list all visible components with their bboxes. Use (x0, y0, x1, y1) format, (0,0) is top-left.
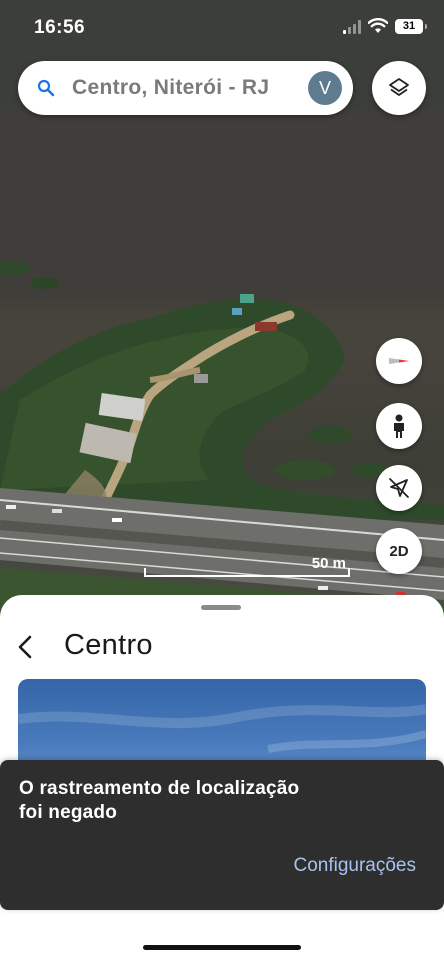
street-view-button[interactable] (376, 403, 422, 449)
search-icon (37, 79, 55, 97)
sheet-drag-handle[interactable] (201, 605, 241, 610)
map-scale: 50 m (144, 555, 352, 577)
pegman-icon (394, 414, 404, 438)
cellular-signal-icon (343, 20, 361, 34)
layers-icon (389, 78, 409, 96)
home-indicator[interactable] (143, 945, 301, 950)
settings-button[interactable]: Configurações (293, 855, 416, 877)
my-location-button[interactable] (376, 465, 422, 511)
location-off-icon (389, 478, 409, 498)
chevron-left-icon[interactable] (14, 633, 38, 661)
scale-label: 50 m (311, 555, 346, 572)
status-bar: 16:56 31 (0, 0, 444, 56)
battery-indicator: 31 (395, 19, 427, 34)
layers-button[interactable] (372, 61, 426, 115)
avatar[interactable]: V (308, 71, 342, 105)
compass-icon (389, 358, 409, 364)
snackbar-message: O rastreamento de localização foi negado (19, 778, 300, 823)
compass-button[interactable] (376, 338, 422, 384)
location-denied-snackbar: O rastreamento de localização foi negado… (0, 760, 444, 910)
view-mode-toggle[interactable]: 2D (376, 528, 422, 574)
search-query[interactable]: Centro, Niterói - RJ (72, 76, 316, 100)
wifi-icon (368, 18, 388, 33)
status-time: 16:56 (34, 17, 86, 38)
search-bar[interactable]: Centro, Niterói - RJ V (18, 61, 353, 115)
place-title: Centro (64, 629, 153, 661)
